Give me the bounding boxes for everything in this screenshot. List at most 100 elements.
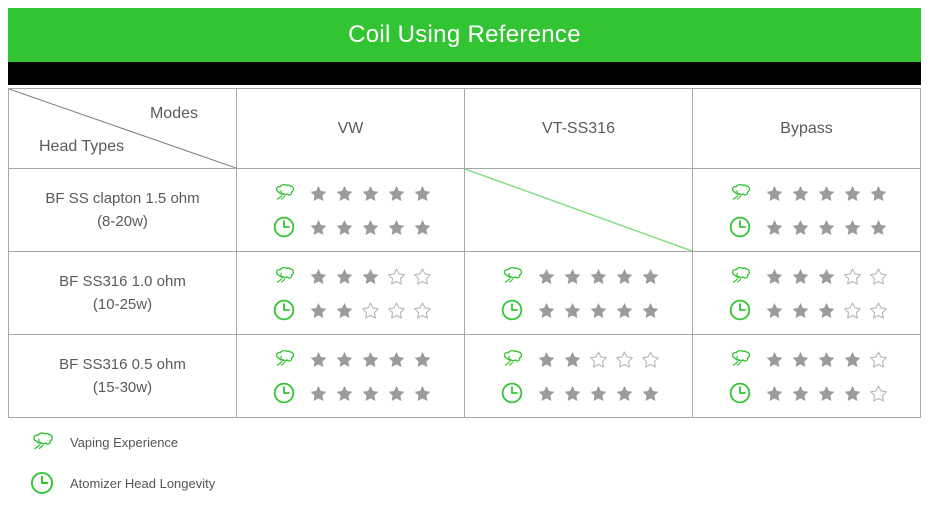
star-filled-icon: [414, 219, 431, 235]
star-filled-icon: [362, 385, 379, 401]
atomizer-head-longevity-rating: [271, 214, 464, 240]
head-type-name: BF SS clapton 1.5 ohm: [45, 189, 200, 207]
column-header-vw: VW: [236, 88, 465, 169]
star-filled-icon: [792, 351, 809, 367]
star-filled-icon: [590, 385, 607, 401]
rating-cell-bypass: [692, 334, 921, 418]
clock-icon: [501, 299, 523, 321]
star-filled-icon: [818, 219, 835, 235]
vapor-cloud-icon: [33, 432, 53, 450]
rating-cell-vw: [236, 168, 465, 252]
star-filled-icon: [336, 351, 353, 367]
star-filled-icon: [538, 302, 555, 318]
diagonal-divider-line: [9, 89, 236, 168]
star-filled-icon: [564, 302, 581, 318]
star-filled-icon: [310, 219, 327, 235]
star-rating: [765, 267, 888, 286]
star-filled-icon: [844, 185, 861, 201]
star-filled-icon: [336, 219, 353, 235]
clock-icon: [30, 471, 54, 495]
star-rating: [537, 267, 660, 286]
star-empty-icon: [616, 350, 633, 368]
star-filled-icon: [870, 219, 887, 235]
star-rating: [309, 218, 432, 237]
star-filled-icon: [388, 185, 405, 201]
star-rating: [309, 384, 432, 403]
vapor-cloud-icon: [731, 266, 751, 283]
star-rating: [765, 301, 888, 320]
star-rating: [537, 301, 660, 320]
star-filled-icon: [870, 185, 887, 201]
head-type-wattage: (15-30w): [92, 379, 153, 396]
vapor-cloud-icon: [503, 349, 523, 366]
head-type-cell: BF SS clapton 1.5 ohm (8-20w): [8, 168, 237, 252]
star-filled-icon: [414, 351, 431, 367]
star-filled-icon: [844, 219, 861, 235]
star-filled-icon: [310, 185, 327, 201]
legend: Vaping Experience Atomizer Head Longevity: [28, 428, 215, 497]
star-filled-icon: [642, 385, 659, 401]
star-filled-icon: [642, 302, 659, 318]
star-empty-icon: [590, 350, 607, 368]
star-filled-icon: [844, 385, 861, 401]
clock-icon: [729, 382, 751, 404]
star-filled-icon: [766, 302, 783, 318]
clock-icon: [273, 382, 295, 404]
star-filled-icon: [336, 185, 353, 201]
head-types-axis-label: Head Types: [39, 138, 125, 155]
corner-header-cell: Modes Head Types: [8, 88, 237, 169]
vapor-cloud-icon: [503, 266, 523, 283]
atomizer-head-longevity-rating: [271, 297, 464, 323]
page-title: Coil Using Reference: [348, 21, 581, 48]
star-filled-icon: [336, 268, 353, 284]
star-rating: [309, 267, 432, 286]
vaping-experience-rating: [271, 263, 464, 289]
clock-icon: [501, 382, 523, 404]
vaping-experience-rating: [271, 346, 464, 372]
star-rating: [765, 218, 888, 237]
star-rating: [765, 184, 888, 203]
clock-icon: [273, 216, 295, 238]
star-filled-icon: [792, 302, 809, 318]
star-filled-icon: [538, 385, 555, 401]
star-filled-icon: [844, 351, 861, 367]
star-filled-icon: [792, 219, 809, 235]
modes-axis-label: Modes: [149, 105, 198, 122]
star-empty-icon: [642, 350, 659, 368]
vaping-experience-rating: [727, 180, 920, 206]
head-type-cell: BF SS316 0.5 ohm (15-30w): [8, 334, 237, 418]
atomizer-head-longevity-rating: [271, 380, 464, 406]
atomizer-head-longevity-rating: [499, 297, 692, 323]
star-filled-icon: [616, 268, 633, 284]
star-filled-icon: [818, 185, 835, 201]
star-filled-icon: [766, 185, 783, 201]
star-rating: [537, 350, 660, 369]
star-filled-icon: [564, 385, 581, 401]
star-filled-icon: [414, 185, 431, 201]
column-header-vt-ss316: VT-SS316: [464, 88, 693, 169]
star-filled-icon: [590, 302, 607, 318]
star-empty-icon: [388, 301, 405, 319]
star-rating: [537, 384, 660, 403]
vapor-cloud-icon: [275, 266, 295, 283]
star-filled-icon: [564, 268, 581, 284]
rating-cell-bypass: [692, 251, 921, 335]
star-filled-icon: [616, 302, 633, 318]
star-filled-icon: [310, 302, 327, 318]
star-rating: [309, 301, 432, 320]
star-filled-icon: [792, 385, 809, 401]
legend-item: Vaping Experience: [28, 428, 215, 456]
star-empty-icon: [414, 301, 431, 319]
vaping-experience-rating: [727, 346, 920, 372]
star-filled-icon: [792, 268, 809, 284]
star-filled-icon: [792, 185, 809, 201]
star-rating: [765, 350, 888, 369]
rating-cell-vt-ss316: [464, 251, 693, 335]
table-row: BF SS316 0.5 ohm (15-30w): [8, 334, 921, 418]
atomizer-head-longevity-rating: [499, 380, 692, 406]
unsupported-combination-cell: [464, 168, 693, 252]
vapor-cloud-icon: [731, 349, 751, 366]
rating-cell-bypass: [692, 168, 921, 252]
star-filled-icon: [336, 302, 353, 318]
star-filled-icon: [766, 219, 783, 235]
